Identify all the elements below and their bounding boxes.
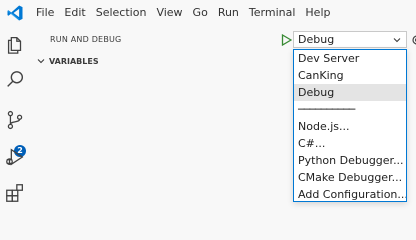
menu-go[interactable]: Go xyxy=(188,0,213,25)
chevron-down-icon xyxy=(37,59,45,64)
menu-bar: File Edit Selection View Go Run Terminal… xyxy=(0,0,416,25)
run-debug-sidebar: RUN AND DEBUG VARIABLES Debug Dev Server… xyxy=(30,25,416,204)
menu-run[interactable]: Run xyxy=(213,0,244,25)
option-csharp[interactable]: C#... xyxy=(294,135,406,152)
menu-selection[interactable]: Selection xyxy=(91,0,152,25)
menu-edit[interactable]: Edit xyxy=(59,0,90,25)
chevron-down-icon xyxy=(393,37,401,42)
option-debug[interactable]: Debug xyxy=(294,84,406,101)
extensions-icon[interactable] xyxy=(4,182,26,204)
menu-help[interactable]: Help xyxy=(300,0,335,25)
option-separator: ────────── xyxy=(298,103,355,116)
variables-section-label: VARIABLES xyxy=(49,56,99,66)
search-icon[interactable] xyxy=(4,69,26,91)
option-nodejs[interactable]: Node.js... xyxy=(294,118,406,135)
source-control-icon[interactable] xyxy=(4,109,26,131)
option-canking[interactable]: CanKing xyxy=(294,67,406,84)
debug-config-dropdown: Dev Server CanKing Debug ────────── Node… xyxy=(293,49,407,202)
option-cmake-debugger[interactable]: CMake Debugger... xyxy=(294,169,406,186)
explorer-icon[interactable] xyxy=(4,33,26,55)
run-debug-icon[interactable] xyxy=(4,146,26,168)
option-add-configuration[interactable]: Add Configuration... xyxy=(294,186,406,203)
option-dev-server[interactable]: Dev Server xyxy=(294,50,406,67)
panel-title: RUN AND DEBUG xyxy=(50,35,122,44)
activity-bar: 2 xyxy=(0,25,30,204)
vscode-logo-icon xyxy=(4,2,26,24)
debug-config-select[interactable]: Debug xyxy=(293,31,407,48)
option-python-debugger[interactable]: Python Debugger... xyxy=(294,152,406,169)
menu-view[interactable]: View xyxy=(151,0,187,25)
variables-section-header[interactable]: VARIABLES xyxy=(36,56,99,66)
menu-file[interactable]: File xyxy=(31,0,59,25)
gear-icon[interactable] xyxy=(410,33,416,47)
start-debugging-icon[interactable] xyxy=(281,34,292,46)
debug-config-value: Debug xyxy=(298,33,335,46)
menu-terminal[interactable]: Terminal xyxy=(244,0,301,25)
